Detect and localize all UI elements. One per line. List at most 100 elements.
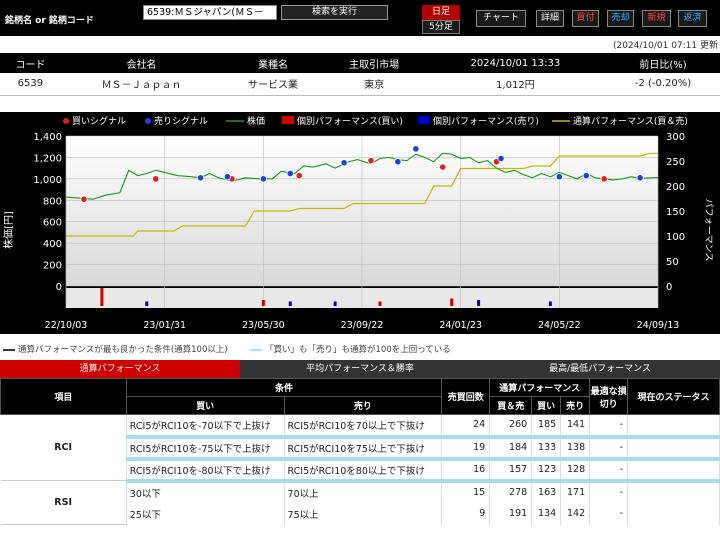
legend-indiv-buy-marker	[282, 116, 294, 124]
legend-indiv-buy: 個別パフォーマンス(買い)	[297, 115, 403, 127]
total-sell: 142	[560, 502, 591, 525]
trade-count: 19	[441, 436, 491, 461]
cond-buy: RCI5がRCI10を-70以下で上抜け	[126, 414, 285, 439]
total-sell: 171	[560, 480, 591, 503]
tab-total-performance[interactable]: 通算パフォーマンス	[0, 360, 240, 378]
y-tick-right: 150	[666, 207, 685, 218]
total-sell: 141	[560, 414, 591, 439]
daily-button[interactable]: 日足	[422, 5, 460, 20]
perf-header-item: 項目	[0, 378, 127, 415]
perf-header-sell: 売り	[283, 396, 443, 415]
buy-signal-point	[80, 195, 88, 203]
status	[627, 502, 720, 525]
trade-count: 15	[441, 480, 491, 503]
y-tick-left: 200	[43, 261, 62, 272]
sell-signal-point	[394, 158, 402, 166]
x-tick-label: 24/05/22	[538, 320, 581, 331]
perf-header-b: 買い	[531, 396, 562, 415]
y-axis-label-left: 株価[円]	[2, 211, 15, 249]
cond-buy: RCI5がRCI10を-75以下で上抜け	[126, 436, 285, 461]
perf-header-buy: 買い	[125, 396, 285, 415]
trade-count: 16	[441, 458, 491, 483]
y-tick-right: 200	[666, 182, 685, 193]
company-name: ＭＳ－Ｊａｐａｎ	[60, 73, 223, 96]
legend-buy-signal: 買いシグナル	[72, 115, 126, 127]
chart-button[interactable]: チャート	[476, 10, 526, 27]
table-row: RCI RCI5がRCI10を-70以下で上抜け RCI5がRCI10を70以上…	[0, 414, 720, 481]
status	[627, 414, 720, 439]
repay-button[interactable]: 返済	[678, 10, 707, 27]
search-label: 銘柄名 or 銘柄コード	[5, 16, 94, 26]
note-swatch-dark	[3, 348, 15, 351]
y-tick-right: 0	[666, 282, 672, 293]
total-buy: 185	[531, 414, 562, 439]
performance-table: 項目 条件 売買回数 通算パフォーマンス 最適な損切り 現在のステータス 買い …	[0, 378, 720, 525]
y-tick-left: 0	[56, 282, 62, 293]
new-order-button[interactable]: 新規	[642, 10, 671, 27]
detail-button[interactable]: 詳細	[536, 10, 564, 27]
current-price: 1,012円	[424, 73, 607, 96]
x-tick-label: 23/05/30	[242, 320, 285, 331]
cond-buy: RCI5がRCI10を-80以下で上抜け	[126, 458, 285, 483]
sell-button[interactable]: 売却	[607, 10, 634, 27]
legend-sell-signal: 売りシグナル	[154, 115, 208, 127]
note-swatch-cyan	[250, 348, 262, 351]
indiv-buy-bar	[378, 301, 382, 306]
x-tick-label: 24/09/13	[637, 320, 680, 331]
cond-sell: RCI5がRCI10を80以上で下抜け	[284, 458, 443, 483]
perf-header-s: 売り	[560, 396, 591, 415]
indiv-sell-bar	[477, 300, 481, 306]
cond-sell: RCI5がRCI10を75以上で下抜け	[284, 436, 443, 461]
header-market: 主取引市場	[323, 53, 425, 73]
stop-loss: -	[589, 436, 629, 461]
sell-signal-point	[636, 174, 644, 182]
legend-indiv-sell: 個別パフォーマンス(売り)	[433, 115, 539, 127]
x-tick-label: 23/09/22	[341, 320, 384, 331]
buy-signal-point	[600, 175, 608, 183]
header-company: 会社名	[60, 53, 223, 73]
total-both: 260	[489, 414, 533, 439]
total-both: 184	[489, 436, 533, 461]
sell-signal-point	[497, 154, 505, 163]
note-best-total: 通算パフォーマンスが最も良かった条件(通算100以上)	[3, 343, 228, 355]
y-axis-label-right: パフォーマンス	[703, 199, 714, 262]
sell-signal-point	[582, 172, 590, 180]
legend-price: 株価	[247, 115, 265, 127]
stock-code: 6539	[0, 73, 61, 96]
code-input[interactable]: 6539:ＭＳジャパン(ＭＳ－Ｊ	[143, 5, 277, 31]
table-row: RSI 30以下 70以上 15 278 163 171 -	[0, 480, 720, 525]
perf-header-status: 現在のステータス	[627, 378, 720, 415]
x-tick-label: 22/10/03	[45, 320, 88, 331]
y-tick-left: 1,000	[33, 175, 62, 186]
stop-loss: -	[589, 458, 629, 483]
page: 銘柄名 or 銘柄コード 6539:ＭＳジャパン(ＭＳ－Ｊ 検索を実行 日足 5…	[0, 0, 720, 541]
cond-sell: RCI5がRCI10を70以上で下抜け	[284, 414, 443, 439]
buy-signal-point	[295, 172, 303, 180]
tab-max-min-performance[interactable]: 最高/最低パフォーマンス	[480, 360, 720, 378]
legend-indiv-sell-marker	[418, 116, 430, 124]
indiv-buy-bar	[261, 300, 265, 306]
tab-average-performance[interactable]: 平均パフォーマンス＆勝率	[240, 360, 480, 378]
legend-buy-signal-marker	[63, 118, 69, 124]
cond-sell: 70以上	[284, 480, 443, 503]
five-minute-button[interactable]: 5分足	[422, 20, 460, 34]
group-name-rci: RCI	[0, 414, 127, 481]
stop-loss: -	[589, 480, 629, 503]
total-both: 278	[489, 480, 533, 503]
y-tick-left: 1,400	[33, 132, 62, 143]
search-button[interactable]: 検索を実行	[281, 5, 388, 20]
buy-button[interactable]: 買付	[572, 10, 599, 27]
stock-info-table: コード 会社名 業種名 主取引市場 2024/10/01 13:33 前日比(%…	[0, 53, 720, 96]
trade-count: 24	[441, 414, 491, 439]
sell-signal-point	[223, 173, 232, 181]
y-tick-left: 400	[43, 239, 62, 250]
header-change: 前日比(%)	[606, 53, 720, 73]
y-tick-right: 100	[666, 232, 685, 243]
status	[627, 480, 720, 503]
updated-timestamp: (2024/10/01 07:11 更新	[612, 41, 718, 51]
note-best-total-text: 通算パフォーマンスが最も良かった条件(通算100以上)	[18, 345, 228, 355]
performance-tabs: 通算パフォーマンス 平均パフォーマンス＆勝率 最高/最低パフォーマンス	[0, 360, 720, 378]
buy-signal-point	[152, 175, 160, 183]
sell-signal-point	[286, 169, 294, 178]
y-tick-left: 600	[43, 218, 62, 229]
